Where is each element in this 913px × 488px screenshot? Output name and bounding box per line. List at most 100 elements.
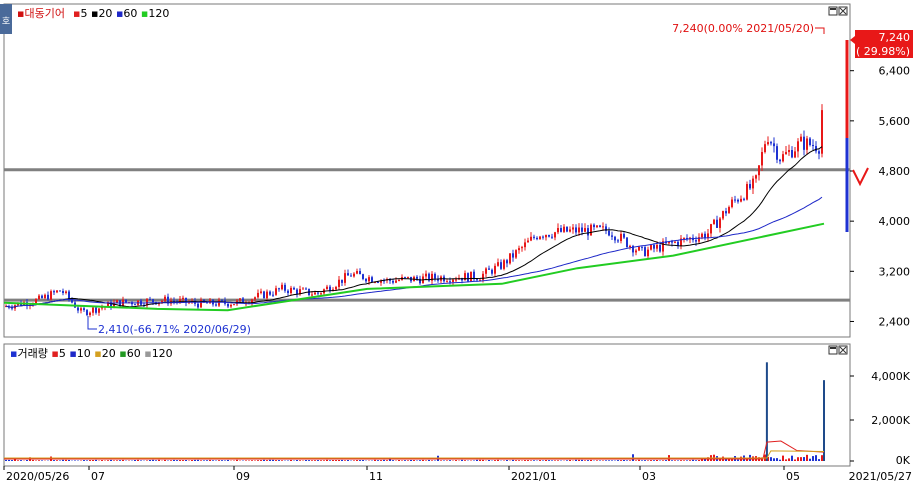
volume-bar[interactable] bbox=[797, 457, 799, 461]
volume-bar[interactable] bbox=[62, 460, 64, 461]
volume-bar[interactable] bbox=[617, 460, 619, 461]
candle[interactable] bbox=[233, 304, 235, 305]
volume-bar[interactable] bbox=[542, 460, 544, 461]
volume-bar[interactable] bbox=[548, 460, 550, 461]
volume-bar[interactable] bbox=[686, 460, 688, 461]
volume-bar[interactable] bbox=[635, 460, 637, 461]
volume-bar[interactable] bbox=[380, 460, 382, 461]
volume-bar[interactable] bbox=[629, 460, 631, 461]
candle[interactable] bbox=[626, 237, 628, 248]
volume-bar[interactable] bbox=[263, 460, 265, 461]
volume-bar[interactable] bbox=[623, 460, 625, 461]
candle[interactable] bbox=[821, 104, 823, 157]
price-panel-minimize-button[interactable] bbox=[829, 7, 837, 15]
legend-ma-5[interactable]: 5 bbox=[80, 7, 87, 20]
volume-ma-5[interactable]: 5 bbox=[59, 347, 66, 360]
volume-bar[interactable] bbox=[338, 460, 340, 461]
volume-bar[interactable] bbox=[776, 458, 778, 461]
volume-bar[interactable] bbox=[8, 460, 10, 461]
volume-bar[interactable] bbox=[428, 460, 430, 461]
volume-bar[interactable] bbox=[392, 460, 394, 461]
volume-bar[interactable] bbox=[137, 460, 139, 461]
volume-bar[interactable] bbox=[74, 460, 76, 461]
volume-bar[interactable] bbox=[326, 460, 328, 461]
volume-bar[interactable] bbox=[32, 460, 34, 461]
volume-bar[interactable] bbox=[497, 460, 499, 461]
volume-bar[interactable] bbox=[569, 460, 571, 461]
volume-bar[interactable] bbox=[695, 460, 697, 461]
volume-bar[interactable] bbox=[530, 460, 532, 461]
volume-bar[interactable] bbox=[512, 460, 514, 461]
volume-bar[interactable] bbox=[170, 460, 172, 461]
volume-panel-minimize-button[interactable] bbox=[829, 346, 837, 354]
volume-bar[interactable] bbox=[140, 460, 142, 461]
volume-bar[interactable] bbox=[584, 460, 586, 461]
volume-bar[interactable] bbox=[134, 460, 136, 461]
volume-bar[interactable] bbox=[197, 460, 199, 461]
volume-bar[interactable] bbox=[20, 460, 22, 461]
volume-bar[interactable] bbox=[341, 460, 343, 461]
volume-bar[interactable] bbox=[626, 460, 628, 461]
volume-bar[interactable] bbox=[401, 460, 403, 461]
volume-bar[interactable] bbox=[515, 460, 517, 461]
volume-bar[interactable] bbox=[245, 460, 247, 461]
volume-bar[interactable] bbox=[149, 460, 151, 461]
volume-bar[interactable] bbox=[455, 460, 457, 461]
volume-bar[interactable] bbox=[806, 455, 808, 461]
volume-bar[interactable] bbox=[449, 460, 451, 461]
volume-bar[interactable] bbox=[608, 460, 610, 461]
volume-bar[interactable] bbox=[191, 460, 193, 461]
volume-bar[interactable] bbox=[587, 460, 589, 461]
candle[interactable] bbox=[503, 259, 505, 271]
volume-bar[interactable] bbox=[662, 460, 664, 461]
volume-bar[interactable] bbox=[347, 460, 349, 461]
volume-bar[interactable] bbox=[578, 460, 580, 461]
volume-bar[interactable] bbox=[344, 460, 346, 461]
volume-bar[interactable] bbox=[335, 460, 337, 461]
volume-bar[interactable] bbox=[269, 460, 271, 461]
volume-bar[interactable] bbox=[482, 460, 484, 461]
volume-bar[interactable] bbox=[464, 460, 466, 461]
volume-bar[interactable] bbox=[95, 460, 97, 461]
volume-bar[interactable] bbox=[650, 460, 652, 461]
volume-panel[interactable] bbox=[4, 344, 850, 466]
volume-bar[interactable] bbox=[821, 455, 823, 461]
volume-bar[interactable] bbox=[665, 460, 667, 461]
volume-bar[interactable] bbox=[479, 460, 481, 461]
candle[interactable] bbox=[470, 272, 472, 282]
volume-bar[interactable] bbox=[89, 460, 91, 461]
volume-bar[interactable] bbox=[620, 460, 622, 461]
volume-bar[interactable] bbox=[299, 460, 301, 461]
volume-bar[interactable] bbox=[566, 460, 568, 461]
candle[interactable] bbox=[746, 181, 748, 200]
volume-bar[interactable] bbox=[431, 460, 433, 461]
volume-bar[interactable] bbox=[101, 460, 103, 461]
volume-bar[interactable] bbox=[524, 460, 526, 461]
volume-bar[interactable] bbox=[554, 460, 556, 461]
volume-bar[interactable] bbox=[227, 460, 229, 461]
volume-bar[interactable] bbox=[209, 460, 211, 461]
volume-bar[interactable] bbox=[611, 460, 613, 461]
volume-bar[interactable] bbox=[788, 458, 790, 461]
volume-bar[interactable] bbox=[803, 457, 805, 461]
volume-bar[interactable] bbox=[53, 460, 55, 461]
volume-bar[interactable] bbox=[305, 460, 307, 461]
volume-bar[interactable] bbox=[224, 460, 226, 461]
volume-bar[interactable] bbox=[68, 460, 70, 461]
volume-bar[interactable] bbox=[533, 460, 535, 461]
volume-bar[interactable] bbox=[251, 460, 253, 461]
volume-bar[interactable] bbox=[551, 460, 553, 461]
volume-bar[interactable] bbox=[725, 459, 727, 461]
volume-bar[interactable] bbox=[41, 460, 43, 461]
volume-bar[interactable] bbox=[602, 460, 604, 461]
volume-bar[interactable] bbox=[11, 460, 13, 461]
volume-bar[interactable] bbox=[116, 460, 118, 461]
volume-bar[interactable] bbox=[314, 460, 316, 461]
volume-bar[interactable] bbox=[518, 460, 520, 461]
volume-bar[interactable] bbox=[410, 460, 412, 461]
volume-bar[interactable] bbox=[407, 460, 409, 461]
volume-bar[interactable] bbox=[266, 460, 268, 461]
volume-bar[interactable] bbox=[179, 460, 181, 461]
volume-bar[interactable] bbox=[176, 460, 178, 461]
volume-bar[interactable] bbox=[257, 460, 259, 461]
